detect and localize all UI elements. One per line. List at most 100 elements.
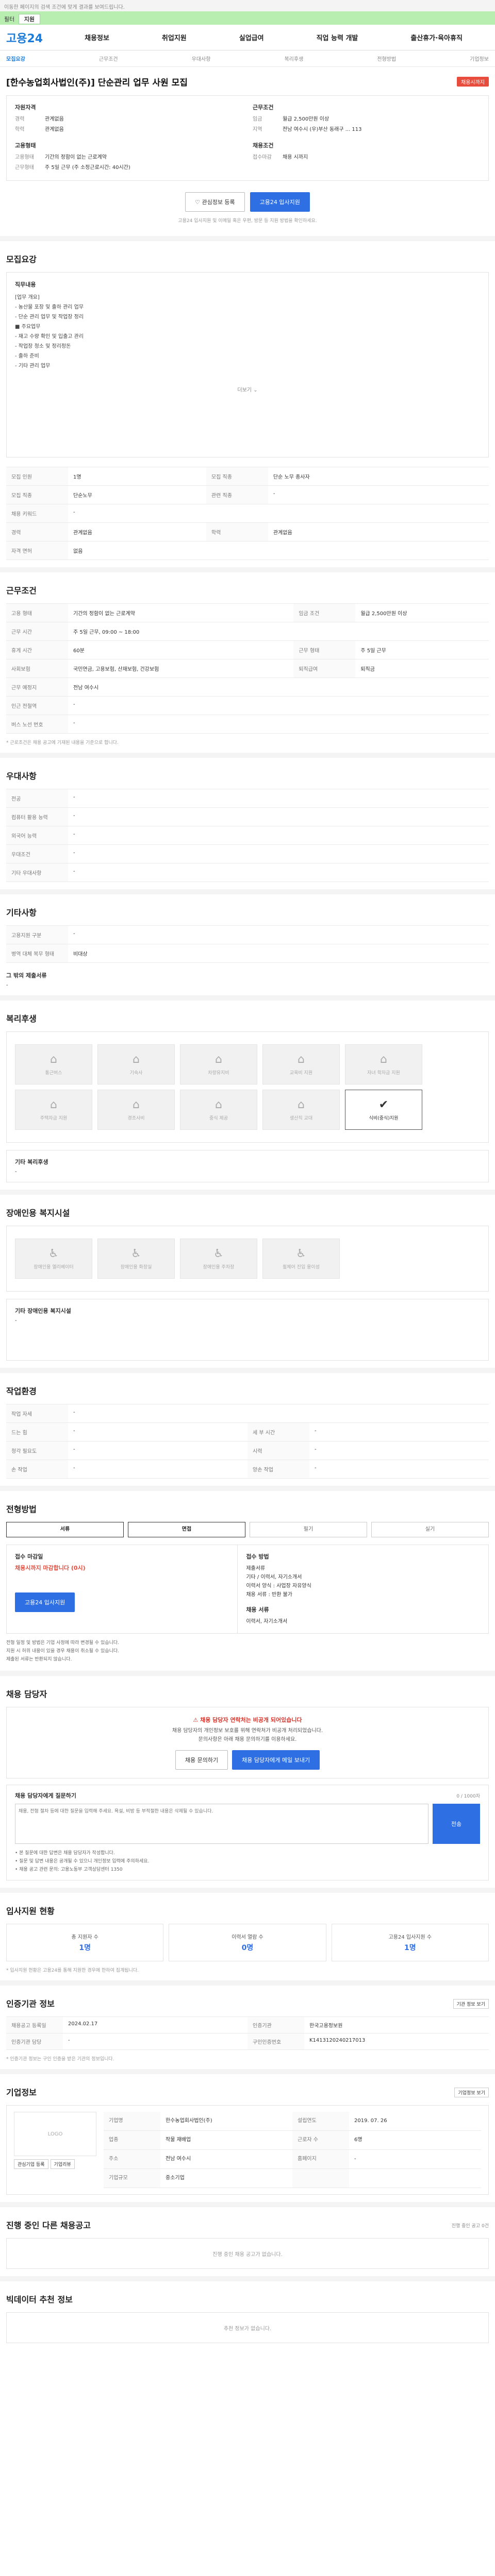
duty-line: - 단순 관리 업무 및 작업장 정리 [15,314,84,320]
career-label: 경력 [15,116,25,122]
company-logo: LOGO [14,2112,96,2156]
top-notice: 이동한 페이지의 검색 조건에 맞게 결과를 보여드립니다. [0,0,495,11]
nav-item-unemployment-benefit[interactable]: 실업급여 [235,29,268,45]
row-label: 인근 전철역 [6,696,68,715]
nav-item-employment-support[interactable]: 취업지원 [158,29,191,45]
disability-section: 장애인용 복지시설 ♿ 장애인용 엘리베이터 ♿ 장애인용 화장실 ♿ 장애인용 주차장 ♿… [0,1195,495,1373]
more-button[interactable]: 더보기 ⌄ [15,385,480,395]
mail-button[interactable]: 채용 담당자에게 메일 보내기 [232,1750,320,1770]
table-row: 모집 인원 1명 모집 직종 단순 노무 종사자 [6,467,489,486]
etc-section: 기타사항 고용지원 구분 - 병역 대체 복무 형태 비대상 그 밖의 제출서류 - [0,894,495,1001]
process-apply-button[interactable]: 고용24 입사지원 [15,1592,75,1612]
salary-value: 월급 2,500만원 이상 [283,116,329,122]
info-label: 기업명 [104,2112,160,2131]
tab-process[interactable]: 전형방법 [377,55,396,62]
benefit-label: 휠체어 진입 용이성 [283,1265,320,1270]
row-label: 근무 시간 [6,622,68,641]
nav-item-training[interactable]: 직업 능력 개발 [312,29,362,45]
company-review-button[interactable]: 기업리뷰 [50,2159,75,2169]
info-label: 주소 [104,2150,160,2169]
nav-item-jobs[interactable]: 채용정보 [80,29,113,45]
info-label: 인증기관 [248,2017,304,2033]
doc-line: 채용 서류 : 반환 불가 [246,1592,292,1598]
favorite-company-button[interactable]: 관심기업 등록 [14,2159,48,2169]
doc-line: 제출서류 [246,1566,266,1571]
row-value: - [68,826,489,845]
tab-recruit[interactable]: 모집요강 [6,55,25,62]
scrap-button[interactable]: ♡ 관심정보 등록 [185,192,245,212]
row-value: - [68,696,489,715]
benefit-tile: ⌂ 기숙사 [97,1044,175,1084]
row-value: - [68,789,489,808]
process-note: 지원 시 허위 내용이 있을 경우 채용이 취소될 수 있습니다. [6,1649,120,1654]
welfare-other-label: 기타 복리후생 [15,1159,48,1165]
benefit-icon: ⌂ [215,1053,222,1066]
career-value: 관계없음 [45,116,64,122]
conditions-section: 근무조건 고용 형태 기간의 정함이 없는 근로계약 임금 조건 월급 2,500만원… [0,572,495,758]
inquiry-button[interactable]: 채용 문의하기 [175,1750,228,1770]
stat-label: 이력서 열람 수 [232,1935,263,1940]
duty-line: - 농산물 포장 및 출하 관리 업무 [15,304,84,310]
tab-company[interactable]: 기업정보 [470,55,489,62]
certification-section: 인증기관 정보 기관 정보 보기 채용공고 등록일 2024.02.17 인증기관 한… [0,1986,495,2074]
employ-type-value: 기간의 정함이 없는 근로계약 [45,155,107,160]
row-label: 손 작업 [6,1460,68,1479]
row-label: 경력 [6,522,68,541]
benefit-tile: ♿ 장애인용 화장실 [97,1239,175,1279]
work-env-section: 작업환경 작업 자세 - 드는 힘-세 부 시간 - 청각 필요도 - 시력 - 손 작업 - 양손… [0,1373,495,1491]
doc-line: 이력서 양식 : 사업장 자유양식 [246,1583,311,1589]
benefit-label: 생산직 교대 [289,1116,313,1121]
education-label: 학력 [15,127,25,132]
send-button[interactable]: 전송 [433,1804,480,1844]
info-value: 2019. 07. 26 [349,2112,481,2131]
row-value: 관계없음 [268,522,489,541]
info-value: 6명 [349,2131,481,2150]
table-row: 근무 시간 주 5일 근무, 09:00 ~ 18:00 [6,622,489,641]
duty-heading: 직무내용 [15,281,36,288]
row-label: 퇴직급여 [293,659,356,678]
company-info-button[interactable]: 기업정보 보기 [454,2087,489,2097]
info-value: 한수농업회사법인(주) [160,2112,292,2131]
row-label: 모집 인원 [6,467,68,486]
benefit-icon: ♿ [131,1247,141,1260]
info-value: 작물 재배업 [160,2131,292,2150]
submit-docs-label: 채용 서류 [246,1606,269,1613]
process-step: 필기 [250,1522,367,1537]
inquiry-input[interactable] [15,1804,428,1844]
benefit-label: 통근버스 [45,1071,62,1076]
doc-line: 기타 / 이력서, 자기소개서 [246,1574,302,1580]
apply-method-label: 접수 방법 [246,1553,269,1560]
process-step: 실기 [371,1522,489,1537]
table-row: 청각 필요도 - 시력 - [6,1441,489,1460]
row-label: 양손 작업 [248,1460,309,1479]
apply-box: 접수 마감일 채용시까지 마감합니다 (0시) 고용24 입사지원 접수 방법 … [6,1545,489,1634]
welfare-other-value: - [15,1169,17,1175]
table-row: 모집 직종 단순노무 관련 직종 - [6,485,489,504]
duty-line: ■ 주요업무 [15,324,41,330]
char-counter: 0 / 1000자 [456,1793,480,1799]
table-row: 근무 예정지 전남 여수시 [6,677,489,697]
recommend-section: 빅데이터 추천 정보 추천 정보가 없습니다. [0,2281,495,2350]
work-env-title: 작업환경 [6,1386,37,1396]
apply-button[interactable]: 고용24 입사지원 [250,192,310,212]
inquiry-note: • 질문 및 답변 내용은 공개될 수 있으니 개인정보 입력에 주의하세요. [15,1859,150,1864]
tab-preference[interactable]: 우대사항 [192,55,211,62]
conditions-footnote: * 근로조건은 채용 공고에 기재된 내용을 기준으로 합니다. [6,740,119,745]
benefit-tile: ⌂ 생산직 교대 [262,1090,340,1130]
filter-chip[interactable]: 지원 [18,14,40,24]
row-value: - [309,1460,489,1479]
inquiry-box: 채용 담당자에게 질문하기 0 / 1000자 전송 • 본 질문에 대한 답변… [6,1785,489,1880]
row-value: 단순 노무 종사자 [268,467,489,486]
row-value: 60분 [68,640,294,659]
tab-welfare[interactable]: 복리후생 [284,55,303,62]
process-title: 전형방법 [6,1504,37,1514]
benefit-tile: ⌂ 주택자금 지원 [15,1090,92,1130]
table-row: 채용 키워드 - [6,504,489,523]
agency-info-button[interactable]: 기관 정보 보기 [453,1998,489,2009]
site-logo[interactable]: 고용24 [6,29,43,46]
tab-conditions[interactable]: 근무조건 [99,55,118,62]
row-value: - [68,844,489,863]
welfare-other-card: 기타 복리후생 - [6,1150,489,1182]
etc-table: 고용지원 구분 - 병역 대체 복무 형태 비대상 [6,925,489,963]
nav-item-leave[interactable]: 출산휴가·육아휴직 [406,29,467,45]
